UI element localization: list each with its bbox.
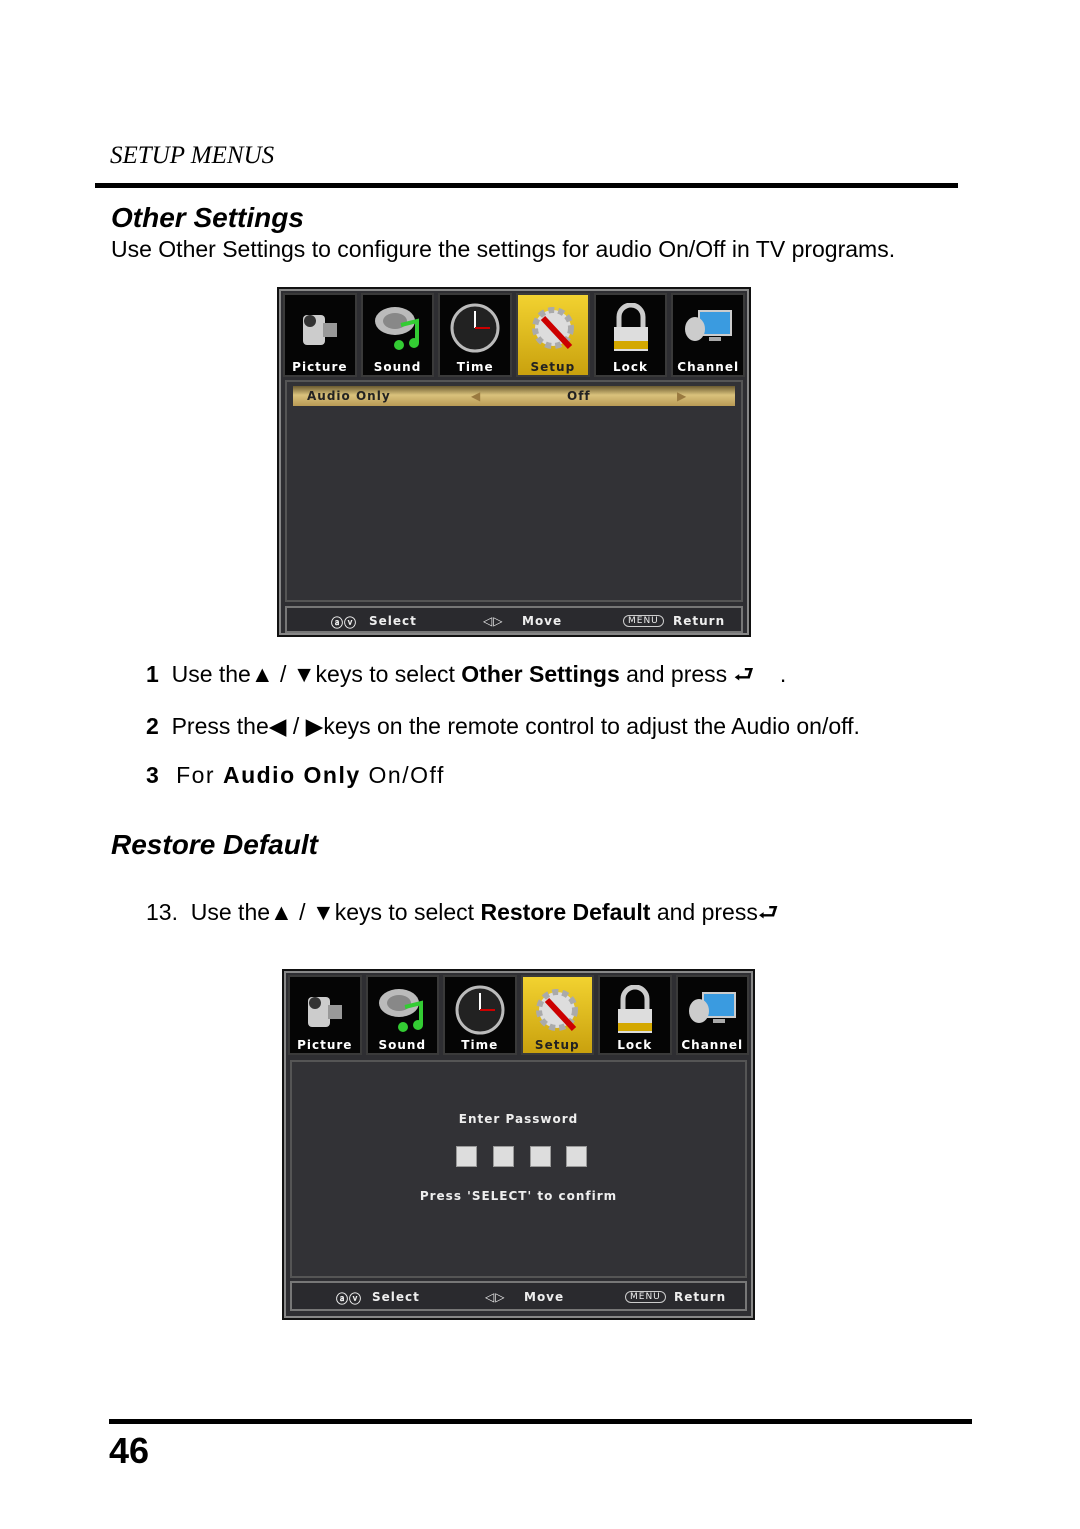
tab-sound[interactable]: Sound: [365, 975, 439, 1055]
left-right-keys-icon: ◁▷: [483, 614, 504, 628]
menu-tabs: Picture Sound Time Setup Lock Channel: [288, 975, 749, 1055]
speaker-music-note-icon: [379, 989, 424, 1032]
clock-icon: [455, 985, 505, 1035]
camcorder-icon: [302, 315, 337, 345]
tab-lock[interactable]: Lock: [593, 293, 668, 377]
password-digit-1[interactable]: [456, 1146, 477, 1167]
menu-help-bar: ⓐⓥ Select ◁▷ Move MENU Return: [290, 1281, 747, 1311]
enter-password-label: Enter Password: [458, 1112, 579, 1126]
tv-menu-screen-password: Picture Sound Time Setup Lock Channel En…: [284, 971, 753, 1318]
menu-content: Audio Only ◀ Off ▶: [285, 380, 743, 602]
up-arrow-icon: ▲: [250, 661, 274, 687]
tab-picture[interactable]: Picture: [288, 975, 362, 1055]
password-digit-3[interactable]: [530, 1146, 551, 1167]
move-hint: Move: [524, 1290, 565, 1304]
left-right-keys-icon: ◁▷: [485, 1290, 506, 1304]
down-arrow-icon: ▼: [292, 661, 316, 687]
tv-menu-screen-audio-only: Picture Sound Time Setup Lock Channel Au…: [279, 289, 749, 635]
move-hint: Move: [522, 614, 563, 628]
select-hint: Select: [372, 1290, 420, 1304]
restore-step: 13. Use the▲ / ▼keys to select Restore D…: [146, 899, 779, 925]
tab-picture[interactable]: Picture: [283, 293, 357, 377]
page-number: 46: [109, 1430, 150, 1471]
satellite-monitor-icon: [685, 310, 733, 341]
menu-help-bar: ⓐⓥ Select ◁▷ Move MENU Return: [285, 606, 743, 633]
step-1: 1 Use the▲ / ▼keys to select Other Setti…: [146, 661, 787, 687]
right-arrow-icon[interactable]: ▶: [677, 389, 687, 403]
padlock-icon: [613, 303, 648, 351]
other-settings-intro: Use Other Settings to configure the sett…: [111, 236, 896, 262]
password-dialog: Enter Password Press 'SELECT' to confirm: [290, 1060, 747, 1278]
audio-only-label: Audio Only: [307, 389, 391, 403]
manual-page: SETUP MENUS Other Settings Use Other Set…: [0, 0, 1080, 1529]
step-2: 2 Press the◀ / ▶keys on the remote contr…: [146, 713, 860, 739]
step-3: 3 For Audio Only On/Off: [146, 762, 445, 788]
up-down-keys-icon: ⓐⓥ: [336, 1292, 363, 1306]
padlock-icon: [617, 985, 652, 1033]
left-arrow-icon[interactable]: ◀: [471, 389, 481, 403]
clock-icon: [450, 303, 500, 353]
return-hint: Return: [674, 1290, 727, 1304]
footer-rule: [109, 1419, 972, 1424]
other-settings-title: Other Settings: [111, 202, 304, 233]
speaker-music-note-icon: [374, 307, 419, 350]
down-arrow-icon: ▼: [311, 899, 335, 925]
up-down-keys-icon: ⓐⓥ: [331, 616, 358, 630]
password-digit-4[interactable]: [566, 1146, 587, 1167]
return-hint: Return: [673, 614, 726, 628]
gear-screwdriver-icon: [531, 307, 574, 350]
camcorder-icon: [307, 997, 342, 1027]
tab-channel[interactable]: Channel: [675, 975, 749, 1055]
menu-key-icon: MENU: [625, 1291, 666, 1303]
audio-only-value: Off: [567, 389, 591, 403]
up-arrow-icon: ▲: [270, 899, 293, 925]
select-hint: Select: [369, 614, 417, 628]
tab-time[interactable]: Time: [443, 975, 517, 1055]
tab-lock[interactable]: Lock: [598, 975, 672, 1055]
right-arrow-key-icon: ▶: [305, 713, 324, 739]
restore-default-title: Restore Default: [111, 829, 318, 860]
tab-sound[interactable]: Sound: [360, 293, 435, 377]
password-digit-2[interactable]: [493, 1146, 514, 1167]
satellite-monitor-icon: [689, 992, 737, 1023]
left-arrow-key-icon: ◀: [268, 713, 287, 739]
tab-setup[interactable]: Setup: [516, 293, 590, 377]
header-rule: [95, 183, 958, 188]
section-header: SETUP MENUS: [110, 142, 275, 169]
enter-key-icon: ⮐: [757, 899, 779, 925]
menu-key-icon: MENU: [623, 615, 664, 627]
tab-setup[interactable]: Setup: [520, 975, 594, 1055]
audio-only-row[interactable]: Audio Only ◀ Off ▶: [293, 386, 735, 406]
gear-screwdriver-icon: [536, 989, 579, 1032]
menu-tabs: Picture Sound Time Setup Lock Channel: [283, 293, 746, 377]
tab-time[interactable]: Time: [438, 293, 513, 377]
enter-key-icon: ⮐: [733, 661, 755, 687]
confirm-hint: Press 'SELECT' to confirm: [419, 1189, 618, 1203]
tab-channel[interactable]: Channel: [671, 293, 746, 377]
